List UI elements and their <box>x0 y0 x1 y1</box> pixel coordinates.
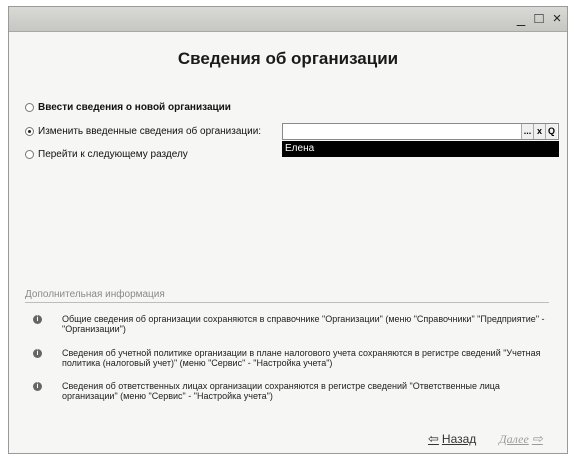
open-icon[interactable]: Q <box>545 124 557 139</box>
minimize-button[interactable]: _ <box>515 9 527 29</box>
info-icon: i <box>33 315 42 324</box>
arrow-right-icon: ⇨ <box>531 431 543 446</box>
info-section-title: Дополнительная информация <box>25 289 165 300</box>
info-text: Сведения об учетной политике организации… <box>62 348 541 368</box>
option-edit-org-label: Изменить введенные сведения об организац… <box>38 126 262 137</box>
radio-edit-org[interactable] <box>25 127 34 136</box>
info-item: i Сведения об ответственных лицах органи… <box>33 381 551 401</box>
select-button[interactable]: ... <box>521 124 533 139</box>
back-label: Назад <box>441 432 477 446</box>
info-text: Сведения об ответственных лицах организа… <box>62 381 500 401</box>
window-controls: _ □ × <box>515 9 563 29</box>
title-bar: _ □ × <box>9 7 567 32</box>
maximize-button[interactable]: □ <box>533 9 545 29</box>
arrow-left-icon: ⇦ <box>428 431 439 446</box>
close-button[interactable]: × <box>551 9 563 29</box>
info-text: Общие сведения об организации сохраняютс… <box>62 314 545 334</box>
option-edit-org[interactable]: Изменить введенные сведения об организац… <box>25 126 261 137</box>
next-label: Далее <box>499 431 529 446</box>
organization-input[interactable]: ... x Q <box>282 123 559 140</box>
radio-new-org[interactable] <box>25 103 34 112</box>
info-icon: i <box>33 382 42 391</box>
info-item: i Сведения об учетной политике организац… <box>33 348 551 368</box>
option-new-org-label: Ввести сведения о новой организации <box>38 102 231 113</box>
info-item: i Общие сведения об организации сохраняю… <box>33 314 551 334</box>
option-next-section[interactable]: Перейти к следующему разделу <box>25 149 188 160</box>
option-new-org[interactable]: Ввести сведения о новой организации <box>25 102 231 113</box>
suggestion-item[interactable]: Елена <box>282 141 559 157</box>
page-title: Сведения об организации <box>177 49 399 68</box>
back-button[interactable]: ⇦ Назад <box>425 431 476 447</box>
field-buttons: ... x Q <box>521 124 557 139</box>
radio-next-section[interactable] <box>25 150 34 159</box>
wizard-window: _ □ × Сведения об организации Ввести све… <box>8 6 568 454</box>
clear-icon[interactable]: x <box>533 124 545 139</box>
info-divider <box>25 302 549 303</box>
next-button[interactable]: Далее ⇨ <box>499 431 546 447</box>
option-next-section-label: Перейти к следующему разделу <box>38 149 188 160</box>
info-icon: i <box>33 349 42 358</box>
